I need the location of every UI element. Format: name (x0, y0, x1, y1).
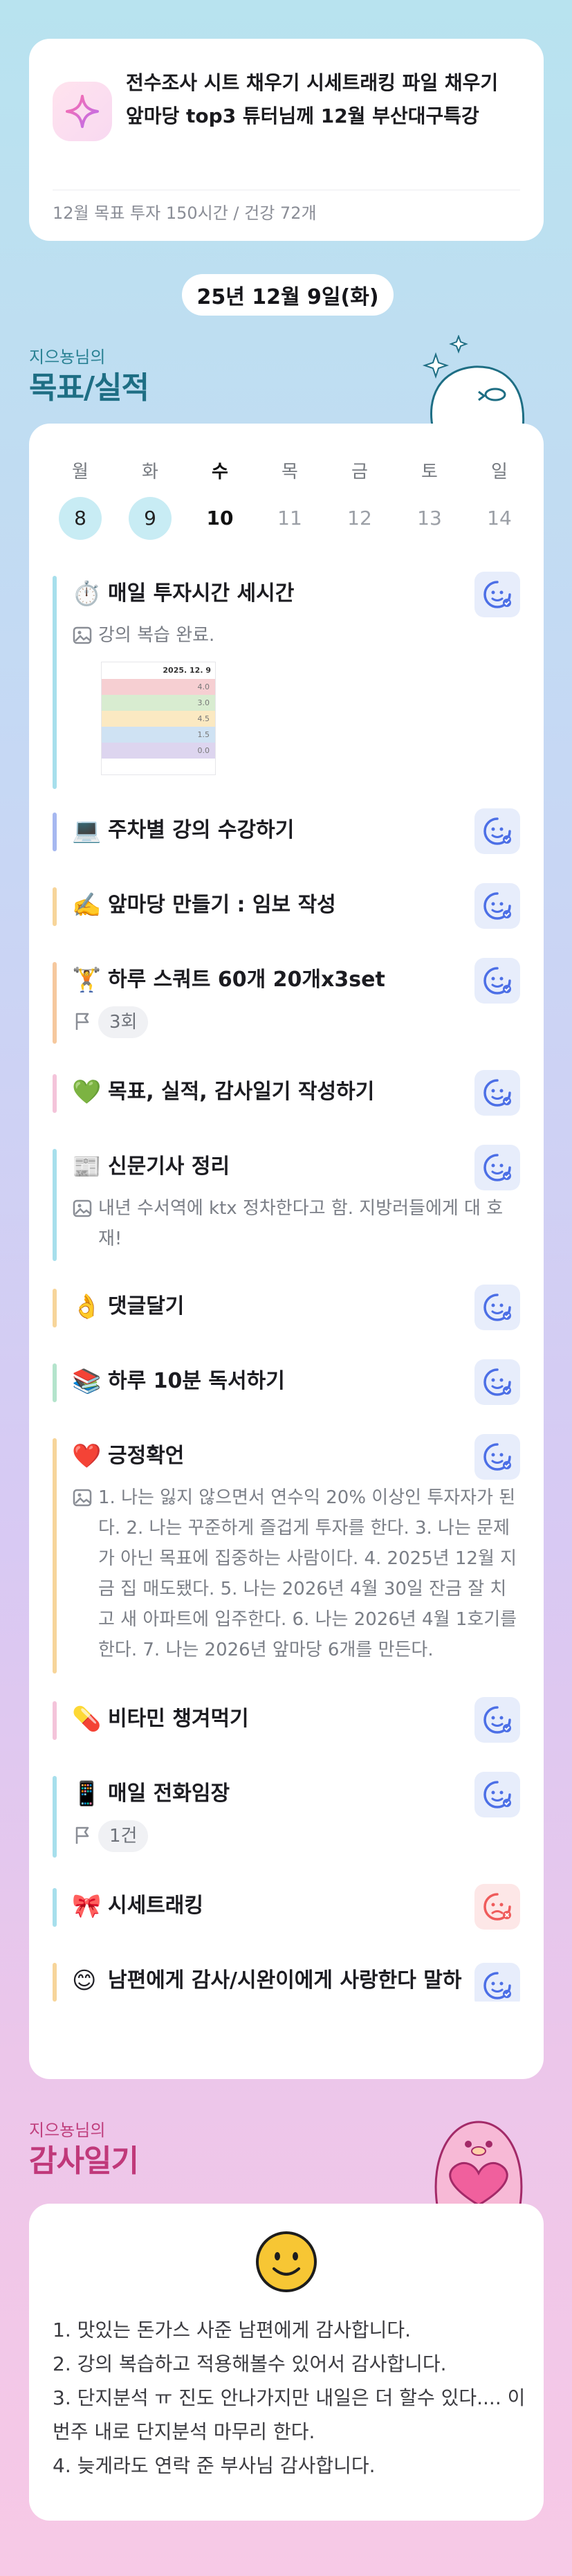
day-thu[interactable]: 목 11 (268, 458, 311, 540)
writing-hand-icon: ✍️ (72, 891, 102, 919)
date-selector[interactable]: 25년 12월 9일(화) (182, 274, 394, 316)
goal-title: 전수조사 시트 채우기 시세트래킹 파일 채우기 앞마당 top3 튜터님께 1… (126, 71, 499, 127)
task-color-bar (53, 1074, 57, 1113)
ghost-mascot-icon (422, 335, 525, 429)
mobile-phone-icon: 📱 (72, 1780, 102, 1808)
task-name: 비타민 챙겨먹기 (108, 1707, 249, 1731)
task-item[interactable]: 💚 목표, 실적, 감사일기 작성하기 (53, 1070, 520, 1116)
status-check-button[interactable] (474, 1963, 520, 2002)
task-item[interactable]: 🎀 시세트래킹 (53, 1884, 520, 1930)
status-check-button[interactable] (474, 1285, 520, 1330)
gratitude-card: 1. 맛있는 돈가스 사준 남편에게 감사합니다. 2. 강의 복습하고 적용해… (29, 2204, 544, 2521)
red-heart-icon: ❤️ (72, 1442, 102, 1470)
section-title-thanks: 감사일기 (29, 2143, 139, 2179)
gratitude-text: 1. 맛있는 돈가스 사준 남편에게 감사합니다. 2. 강의 복습하고 적용해… (53, 2319, 526, 2477)
task-color-bar (53, 1776, 57, 1858)
day-wed[interactable]: 수 10 (199, 458, 241, 540)
status-check-button[interactable] (474, 1772, 520, 1817)
task-name: 목표, 실적, 감사일기 작성하기 (108, 1080, 375, 1104)
flag-icon (75, 1013, 89, 1030)
task-item[interactable]: ❤️ 긍정확언 1. 나는 잃지 않으면서 연수익 20% 이상인 투자자가 된… (53, 1434, 520, 1674)
task-color-bar (53, 1701, 57, 1740)
task-name: 댓글달기 (108, 1294, 185, 1318)
section-title-goals: 목표/실적 (29, 370, 149, 406)
task-name: 주차별 강의 수강하기 (108, 818, 295, 842)
task-item[interactable]: 💻 주차별 강의 수강하기 (53, 808, 520, 854)
task-item[interactable]: 🏋️ 하루 스쿼트 60개 20개x3set 3회 (53, 958, 520, 1044)
day-tue[interactable]: 화9 (129, 458, 172, 540)
task-name: 신문기사 정리 (108, 1154, 230, 1179)
task-color-bar (53, 1963, 57, 2002)
task-name: 남편에게 감사/시완이에게 사랑한다 말하 (108, 1968, 462, 1993)
stopwatch-icon: ⏱️ (72, 580, 102, 608)
task-color-bar (53, 1149, 57, 1261)
note-image-icon (73, 1489, 92, 1507)
status-check-button[interactable] (474, 883, 520, 929)
task-color-bar (53, 962, 57, 1044)
count-badge: 3회 (98, 1006, 149, 1038)
task-item[interactable]: 📰 신문기사 정리 내년 수서역에 ktx 정차한다고 함. 지방러들에게 대 … (53, 1145, 520, 1261)
status-check-button[interactable] (474, 1070, 520, 1116)
note-image-icon (73, 626, 92, 644)
heart-ghost-mascot-icon (434, 2121, 523, 2205)
day-sat[interactable]: 토 13 (408, 458, 451, 540)
attached-image[interactable]: 2025. 12. 9 4.0 3.0 4.5 1.5 0.0 (101, 662, 216, 775)
status-check-button[interactable] (474, 958, 520, 1004)
task-name: 매일 전화임장 (108, 1781, 230, 1806)
task-item[interactable]: 💊 비타민 챙겨먹기 (53, 1697, 520, 1743)
task-item[interactable]: 😊 남편에게 감사/시완이에게 사랑한다 말하 (53, 1963, 520, 2002)
day-fri[interactable]: 금 12 (338, 458, 381, 540)
smiley-face-icon (256, 2231, 317, 2292)
task-color-bar (53, 1438, 57, 1674)
task-color-bar (53, 1289, 57, 1327)
task-color-bar (53, 1888, 57, 1927)
task-name: 시세트래킹 (108, 1894, 203, 1918)
note-image-icon (73, 1199, 92, 1217)
task-name: 앞마당 만들기 : 임보 작성 (108, 893, 336, 917)
task-item[interactable]: ✍️ 앞마당 만들기 : 임보 작성 (53, 883, 520, 929)
task-note: 내년 수서역에 ktx 정차한다고 함. 지방러들에게 대 호재! (98, 1198, 504, 1249)
task-item[interactable]: 📚 하루 10분 독서하기 (53, 1359, 520, 1405)
flag-icon (75, 1826, 89, 1844)
task-name: 긍정확언 (108, 1444, 185, 1468)
task-name: 하루 10분 독서하기 (108, 1369, 285, 1393)
goals-card: 월8 화9 수 10 목 11 금 12 토 13 일 14 ⏱️ 매일 투자시간 세시간… (29, 424, 544, 2079)
week-calendar: 월8 화9 수 10 목 11 금 12 토 13 일 14 (29, 458, 544, 540)
ok-hand-icon: 👌 (72, 1293, 102, 1321)
status-check-button[interactable] (474, 572, 520, 617)
status-check-button[interactable] (474, 1145, 520, 1190)
goal-subtitle: 12월 목표 투자 150시간 / 건강 72개 (53, 203, 317, 223)
status-fail-button[interactable] (474, 1884, 520, 1930)
status-check-button[interactable] (474, 1359, 520, 1405)
task-note: 강의 복습 완료. (98, 625, 215, 646)
ribbon-icon: 🎀 (72, 1892, 102, 1920)
task-color-bar (53, 813, 57, 851)
laptop-icon: 💻 (72, 817, 102, 844)
day-mon[interactable]: 월8 (59, 458, 102, 540)
status-check-button[interactable] (474, 1697, 520, 1743)
task-item[interactable]: 📱 매일 전화임장 1건 (53, 1772, 520, 1858)
task-item[interactable]: ⏱️ 매일 투자시간 세시간 강의 복습 완료. 2025. 12. 9 4.0… (53, 572, 520, 789)
count-badge: 1건 (98, 1820, 149, 1852)
monthly-goal-card[interactable]: 전수조사 시트 채우기 시세트래킹 파일 채우기 앞마당 top3 튜터님께 1… (29, 39, 544, 241)
smiling-face-icon: 😊 (72, 1967, 97, 1995)
pill-icon: 💊 (72, 1705, 102, 1733)
weightlifter-icon: 🏋️ (72, 966, 102, 994)
day-sun[interactable]: 일 14 (478, 458, 521, 540)
task-note: 1. 나는 잃지 않으면서 연수익 20% 이상인 투자자가 된다. 2. 나는… (98, 1487, 517, 1660)
task-color-bar (53, 576, 57, 789)
task-item[interactable]: 👌 댓글달기 (53, 1285, 520, 1330)
task-name: 하루 스쿼트 60개 20개x3set (108, 968, 385, 992)
status-check-button[interactable] (474, 1434, 520, 1480)
books-icon: 📚 (72, 1368, 102, 1395)
sparkle-icon (53, 82, 112, 141)
newspaper-icon: 📰 (72, 1153, 102, 1181)
green-heart-icon: 💚 (72, 1078, 102, 1106)
task-name: 매일 투자시간 세시간 (108, 581, 295, 606)
status-check-button[interactable] (474, 808, 520, 854)
task-color-bar (53, 1363, 57, 1402)
task-color-bar (53, 887, 57, 926)
